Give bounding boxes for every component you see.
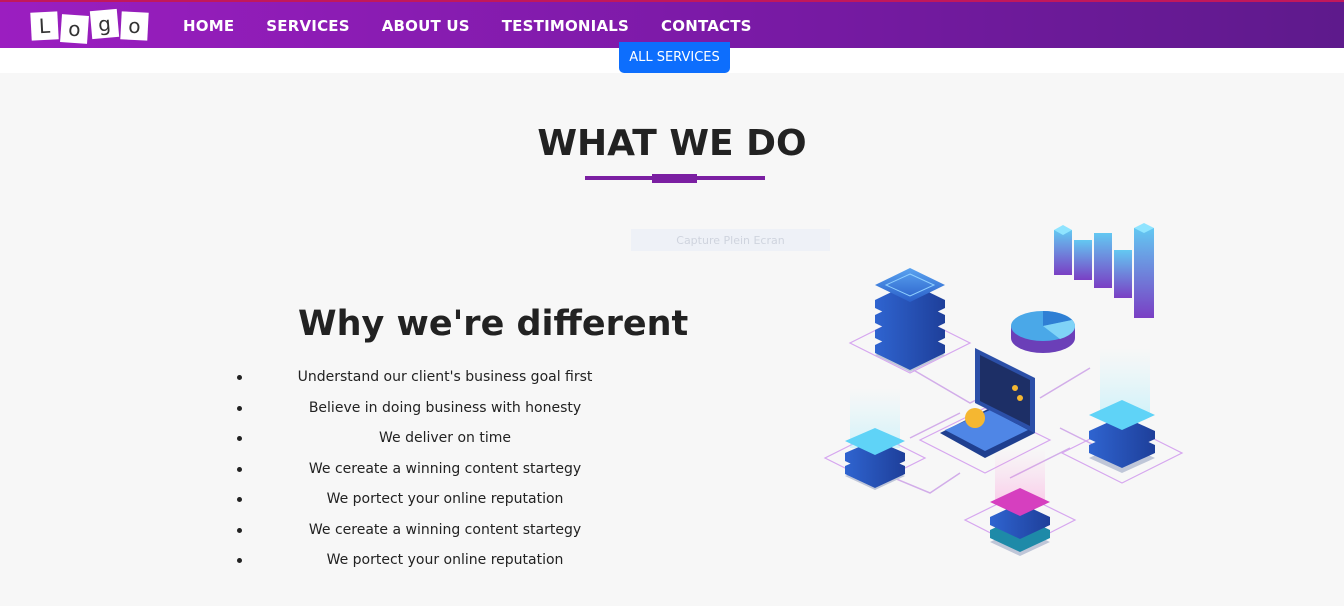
why-list: Understand our client's business goal fi…: [235, 366, 635, 580]
list-item: Believe in doing business with honesty: [235, 397, 635, 428]
bullet-icon: [237, 497, 242, 502]
list-item: We portect your online reputation: [235, 549, 635, 580]
list-item-text: We deliver on time: [379, 430, 511, 446]
list-item-text: We cereate a winning content startegy: [308, 460, 582, 477]
bullet-icon: [237, 466, 242, 472]
list-item: We portect your online reputation: [235, 488, 635, 519]
list-item-text: Understand our client's business goal fi…: [297, 369, 593, 385]
logo-letter-o2: o: [120, 11, 149, 41]
isometric-tech-illustration: [823, 223, 1184, 556]
bar-chart-icon: [1054, 223, 1154, 318]
all-services-button[interactable]: ALL SERVICES: [619, 42, 730, 73]
bullet-icon: [237, 436, 242, 441]
main-nav: HOME SERVICES ABOUT US TESTIMONIALS CONT…: [183, 17, 752, 35]
why-title: Why we're different: [298, 304, 689, 344]
server-bottom-icon: [990, 448, 1050, 556]
laptop-icon: [940, 348, 1035, 458]
faint-label: Capture Plein Ecran: [631, 229, 830, 251]
navbar: L o g o HOME SERVICES ABOUT US TESTIMONI…: [0, 0, 1344, 48]
logo[interactable]: L o g o: [30, 8, 149, 44]
list-item: We cereate a winning content startegy: [235, 519, 635, 550]
logo-letter-g: g: [89, 8, 120, 40]
list-item: We cereate a winning content startegy: [235, 458, 635, 489]
nav-testimonials[interactable]: TESTIMONIALS: [502, 17, 629, 35]
list-item-text: We portect your online reputation: [326, 491, 564, 507]
list-item-text: We portect your online reputation: [326, 552, 564, 568]
logo-letter-o: o: [60, 14, 89, 44]
nav-services[interactable]: SERVICES: [266, 17, 349, 35]
bullet-icon: [237, 375, 242, 380]
server-right-icon: [1089, 348, 1155, 473]
bullet-icon: [237, 527, 242, 533]
pie-chart-icon: [1011, 311, 1075, 353]
title-underline-accent: [652, 174, 697, 183]
nav-contacts[interactable]: CONTACTS: [661, 17, 752, 35]
section-title: WHAT WE DO: [537, 123, 807, 164]
server-small-icon: [845, 388, 905, 490]
list-item: Understand our client's business goal fi…: [235, 366, 635, 397]
list-item-text: We cereate a winning content startegy: [308, 521, 582, 538]
nav-home[interactable]: HOME: [183, 17, 234, 35]
list-item-text: Believe in doing business with honesty: [308, 399, 582, 416]
server-stack-icon: [875, 268, 945, 372]
logo-letter-l: L: [30, 11, 59, 41]
nav-about-us[interactable]: ABOUT US: [382, 17, 470, 35]
list-item: We deliver on time: [235, 427, 635, 458]
bullet-icon: [237, 405, 242, 411]
bullet-icon: [237, 558, 242, 563]
